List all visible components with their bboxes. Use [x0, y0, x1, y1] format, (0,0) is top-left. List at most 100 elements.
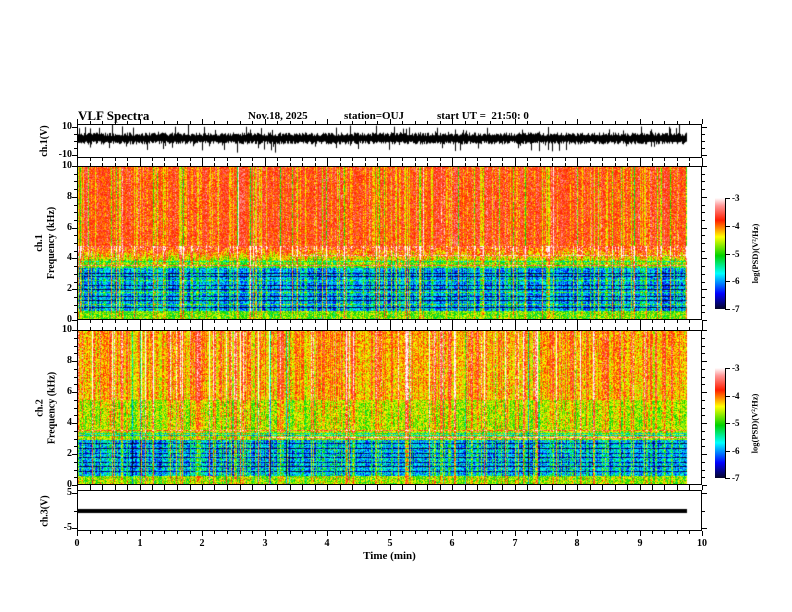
tick-mark: [702, 119, 703, 124]
tick-mark: [652, 531, 653, 534]
tick-mark: [72, 361, 77, 362]
tick-mark: [302, 531, 303, 534]
tick-mark: [702, 197, 707, 198]
tick-mark: [602, 121, 603, 124]
y-tick-label: 10: [62, 121, 72, 132]
tick-mark: [427, 531, 428, 534]
tick-mark: [602, 320, 603, 323]
tick-mark: [74, 377, 77, 378]
tick-mark: [490, 487, 491, 490]
tick-mark: [702, 297, 705, 298]
tick-mark: [615, 531, 616, 534]
tick-mark: [152, 327, 153, 330]
tick-mark: [90, 320, 91, 323]
tick-mark: [452, 531, 453, 536]
tick-mark: [390, 161, 391, 166]
tick-mark: [90, 487, 91, 490]
tick-mark: [527, 163, 528, 166]
tick-mark: [72, 423, 77, 424]
tick-mark: [74, 312, 77, 313]
tick-mark: [227, 327, 228, 330]
x-tick-label: 6: [449, 538, 455, 549]
tick-mark: [377, 487, 378, 490]
tick-mark: [377, 121, 378, 124]
tick-mark: [365, 327, 366, 330]
tick-mark: [540, 158, 541, 161]
tick-mark: [72, 528, 77, 529]
ch2-frequency-axis-label: ch.2 Frequency (kHz): [34, 330, 60, 485]
tick-mark: [702, 485, 703, 490]
tick-mark: [664, 327, 665, 330]
tick-mark: [664, 531, 665, 534]
tick-mark: [440, 531, 441, 534]
tick-mark: [315, 327, 316, 330]
tick-mark: [565, 327, 566, 330]
tick-mark: [627, 487, 628, 490]
tick-mark: [190, 531, 191, 534]
tick-mark: [72, 330, 77, 331]
tick-mark: [127, 487, 128, 490]
tick-mark: [515, 119, 516, 124]
tick-mark: [74, 446, 77, 447]
colorbar-tick-label: -7: [732, 304, 740, 314]
ch2-spectrogram-panel: [77, 330, 702, 485]
y-tick-label: 10: [62, 160, 72, 171]
tick-mark: [577, 325, 578, 330]
tick-mark: [102, 163, 103, 166]
tick-mark: [702, 408, 705, 409]
tick-mark: [415, 487, 416, 490]
tick-mark: [127, 158, 128, 161]
tick-mark: [240, 327, 241, 330]
tick-mark: [227, 163, 228, 166]
tick-mark: [190, 163, 191, 166]
tick-mark: [74, 338, 77, 339]
tick-mark: [227, 487, 228, 490]
tick-mark: [452, 325, 453, 330]
tick-mark: [652, 163, 653, 166]
tick-mark: [177, 531, 178, 534]
tick-mark: [640, 325, 641, 330]
tick-mark: [515, 485, 516, 490]
tick-mark: [74, 174, 77, 175]
tick-mark: [725, 478, 730, 479]
tick-mark: [240, 121, 241, 124]
tick-mark: [365, 163, 366, 166]
tick-mark: [302, 327, 303, 330]
tick-mark: [427, 158, 428, 161]
tick-mark: [290, 531, 291, 534]
tick-mark: [615, 487, 616, 490]
tick-mark: [427, 121, 428, 124]
tick-mark: [515, 531, 516, 536]
tick-mark: [190, 327, 191, 330]
tick-mark: [277, 487, 278, 490]
tick-mark: [402, 531, 403, 534]
tick-mark: [152, 121, 153, 124]
tick-mark: [164, 320, 165, 323]
tick-mark: [677, 487, 678, 490]
tick-mark: [152, 320, 153, 323]
tick-mark: [74, 477, 77, 478]
tick-mark: [115, 320, 116, 323]
tick-mark: [127, 320, 128, 323]
tick-mark: [115, 327, 116, 330]
tick-mark: [402, 487, 403, 490]
tick-mark: [115, 163, 116, 166]
tick-mark: [315, 163, 316, 166]
tick-mark: [552, 158, 553, 161]
tick-mark: [725, 226, 730, 227]
tick-mark: [390, 531, 391, 536]
time-axis-label: Time (min): [363, 550, 416, 562]
tick-mark: [202, 119, 203, 124]
tick-mark: [164, 487, 165, 490]
tick-mark: [102, 487, 103, 490]
tick-mark: [627, 531, 628, 534]
tick-mark: [677, 327, 678, 330]
tick-mark: [664, 487, 665, 490]
tick-mark: [290, 121, 291, 124]
tick-mark: [427, 487, 428, 490]
tick-mark: [677, 531, 678, 534]
tick-mark: [702, 531, 703, 536]
tick-mark: [340, 531, 341, 534]
tick-mark: [725, 368, 730, 369]
tick-mark: [72, 320, 77, 321]
